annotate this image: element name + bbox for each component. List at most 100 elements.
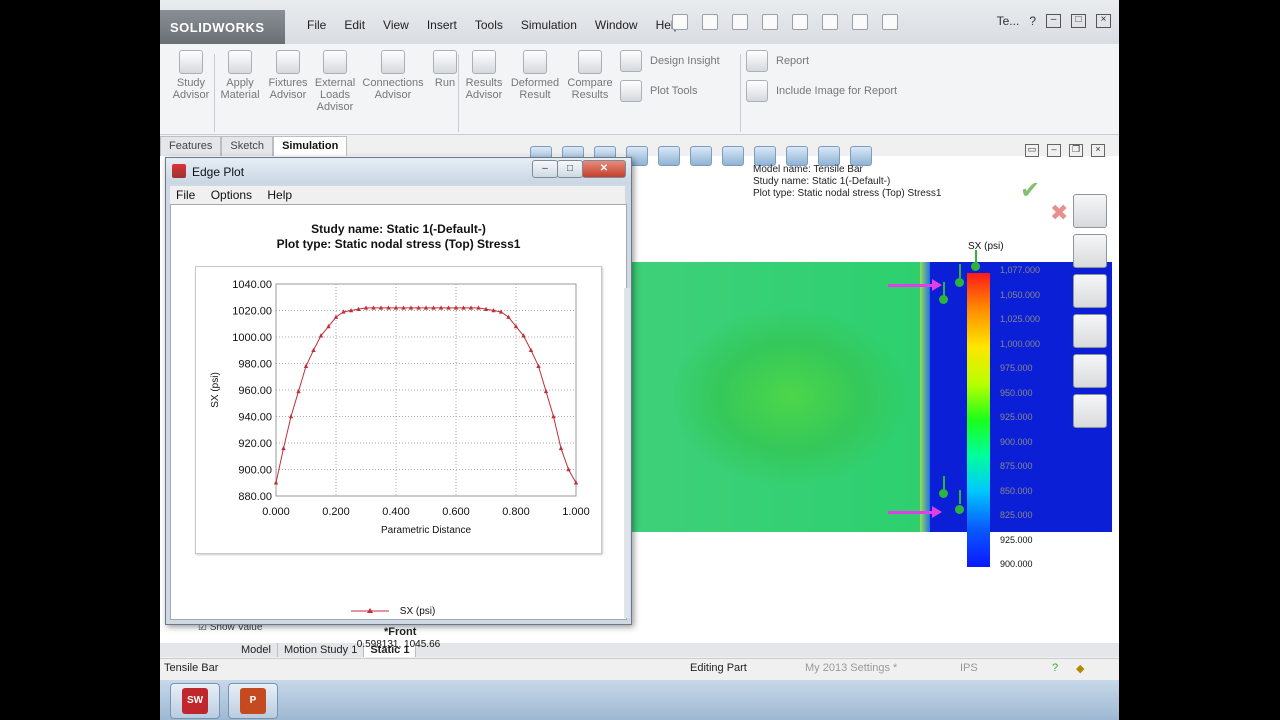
print-icon[interactable] (762, 14, 778, 30)
edge-plot-chart[interactable]: 880.00 900.00 920.00 940.00 960.00 980.00 1000… (196, 267, 601, 553)
dialog-menu-help[interactable]: Help (267, 188, 292, 202)
view-palette-icon[interactable] (1073, 314, 1107, 348)
dialog-titlebar[interactable]: Edge Plot – □ ✕ (166, 158, 631, 184)
x-tick-label: 0.600 (442, 506, 470, 518)
view-orientation-icon[interactable] (658, 146, 680, 166)
dialog-scrollbar[interactable] (624, 288, 630, 618)
cursor-readout: 0.598131, 1045.66 (356, 639, 441, 650)
confirm-icon[interactable]: ✔ (1020, 176, 1040, 205)
camera-icon (746, 80, 768, 102)
apply-material-button[interactable]: Apply Material (218, 50, 262, 101)
menu-view[interactable]: View (374, 18, 418, 32)
windows-taskbar: SW P (160, 680, 1119, 720)
menu-file[interactable]: File (298, 18, 335, 32)
include-image-label: Include Image for Report (776, 85, 898, 97)
design-insight-label: Design Insight (650, 55, 720, 67)
status-settings[interactable]: My 2013 Settings * (805, 662, 897, 674)
edit-appearance-icon[interactable] (754, 146, 776, 166)
hide-show-icon[interactable] (722, 146, 744, 166)
y-tick-label: 940.00 (238, 412, 272, 424)
menu-window[interactable]: Window (586, 18, 647, 32)
results-advisor-button[interactable]: Results Advisor (462, 50, 506, 101)
status-units[interactable]: IPS (960, 662, 978, 674)
legend-value: 1,050.000 (1000, 289, 1041, 300)
run-button[interactable]: Run (430, 50, 460, 89)
menu-simulation[interactable]: Simulation (512, 18, 586, 32)
plot-tools-button[interactable]: Plot Tools (620, 80, 698, 102)
external-loads-button[interactable]: External Loads Advisor (312, 50, 358, 113)
dialog-minimize-button[interactable]: – (532, 160, 558, 178)
y-tick-label: 960.00 (238, 385, 272, 397)
design-library-icon[interactable] (1073, 234, 1107, 268)
tab-simulation[interactable]: Simulation (273, 136, 348, 156)
home-icon[interactable] (1073, 194, 1107, 228)
scene-icon[interactable] (786, 146, 808, 166)
taskbar-solidworks[interactable]: SW (170, 683, 220, 719)
edge-plot-dialog: Edge Plot – □ ✕ File Options Help Study … (165, 157, 632, 650)
file-properties-icon[interactable] (882, 14, 898, 30)
open-icon[interactable] (702, 14, 718, 30)
fixtures-label: Fixtures Advisor (268, 77, 308, 101)
restore-doc-icon[interactable]: ❐ (1069, 144, 1083, 157)
results-advisor-label: Results Advisor (465, 77, 503, 101)
powerpoint-app-icon: P (240, 688, 266, 714)
view-settings-icon[interactable] (818, 146, 840, 166)
y-tick-label: 1040.00 (232, 279, 272, 291)
dialog-close-button[interactable]: ✕ (582, 160, 626, 178)
dialog-menu-options[interactable]: Options (211, 188, 252, 202)
select-icon[interactable] (822, 14, 838, 30)
tab-features[interactable]: Features (160, 136, 222, 156)
new-icon[interactable] (672, 14, 688, 30)
cancel-icon[interactable]: ✖ (1050, 200, 1068, 226)
plot-type: Plot type: Static nodal stress (Top) Str… (753, 188, 942, 199)
report-button[interactable]: Report (746, 50, 809, 72)
plot-area: Study name: Static 1(-Default-) Plot typ… (170, 204, 627, 650)
display-style-icon[interactable] (690, 146, 712, 166)
help-icon[interactable]: ? (1029, 14, 1036, 28)
tab-sketch[interactable]: Sketch (221, 136, 274, 156)
tag-icon[interactable]: ◆ (1076, 662, 1084, 675)
deformed-icon (523, 50, 547, 74)
save-icon[interactable] (732, 14, 748, 30)
plot-title: Study name: Static 1(-Default-) Plot typ… (171, 222, 626, 252)
include-image-button[interactable]: Include Image for Report (746, 80, 897, 102)
load-arrow-bottom (888, 511, 936, 514)
dialog-maximize-button[interactable]: □ (557, 160, 583, 178)
custom-properties-icon[interactable] (1073, 394, 1107, 428)
legend-value: 900.000 (1000, 436, 1033, 447)
restore-button[interactable]: □ (1071, 14, 1086, 28)
menu-tools[interactable]: Tools (466, 18, 512, 32)
results-icon (472, 50, 496, 74)
tile-icon[interactable]: ▭ (1025, 144, 1039, 157)
rebuild-icon[interactable] (852, 14, 868, 30)
design-insight-icon (620, 50, 642, 72)
load-arrowhead-top (932, 279, 942, 291)
legend-value: 925.000 (1000, 412, 1033, 422)
solidworks-logo[interactable]: SOLIDWORKS (160, 10, 285, 44)
menu-edit[interactable]: Edit (335, 18, 374, 32)
appearances-icon[interactable] (1073, 354, 1107, 388)
solidworks-app-icon: SW (182, 688, 208, 714)
connections-advisor-button[interactable]: Connections Advisor (360, 50, 426, 101)
ribbon-separator (458, 54, 459, 132)
rebuild-status-icon[interactable]: ? (1052, 662, 1058, 674)
minimize-doc-icon[interactable]: – (1047, 144, 1061, 157)
dialog-menu-file[interactable]: File (176, 188, 195, 202)
file-explorer-icon[interactable] (1073, 274, 1107, 308)
legend-value: 1,025.000 (1000, 314, 1041, 324)
deformed-result-button[interactable]: Deformed Result (510, 50, 560, 101)
data-point (303, 363, 309, 368)
close-doc-icon[interactable]: × (1091, 144, 1105, 157)
display-manager-icon[interactable] (850, 146, 872, 166)
undo-icon[interactable] (792, 14, 808, 30)
design-insight-button[interactable]: Design Insight (620, 50, 720, 72)
study-advisor-button[interactable]: Study Advisor (168, 50, 214, 101)
taskbar-powerpoint[interactable]: P (228, 683, 278, 719)
close-button[interactable]: × (1096, 14, 1111, 28)
minimize-button[interactable]: – (1046, 14, 1061, 28)
compare-results-button[interactable]: Compare Results (564, 50, 616, 101)
menu-insert[interactable]: Insert (418, 18, 466, 32)
viewport-controls: ▭ – ❐ × (1025, 144, 1105, 157)
fixtures-advisor-button[interactable]: Fixtures Advisor (266, 50, 310, 101)
legend-value: 975.000 (1000, 363, 1033, 373)
